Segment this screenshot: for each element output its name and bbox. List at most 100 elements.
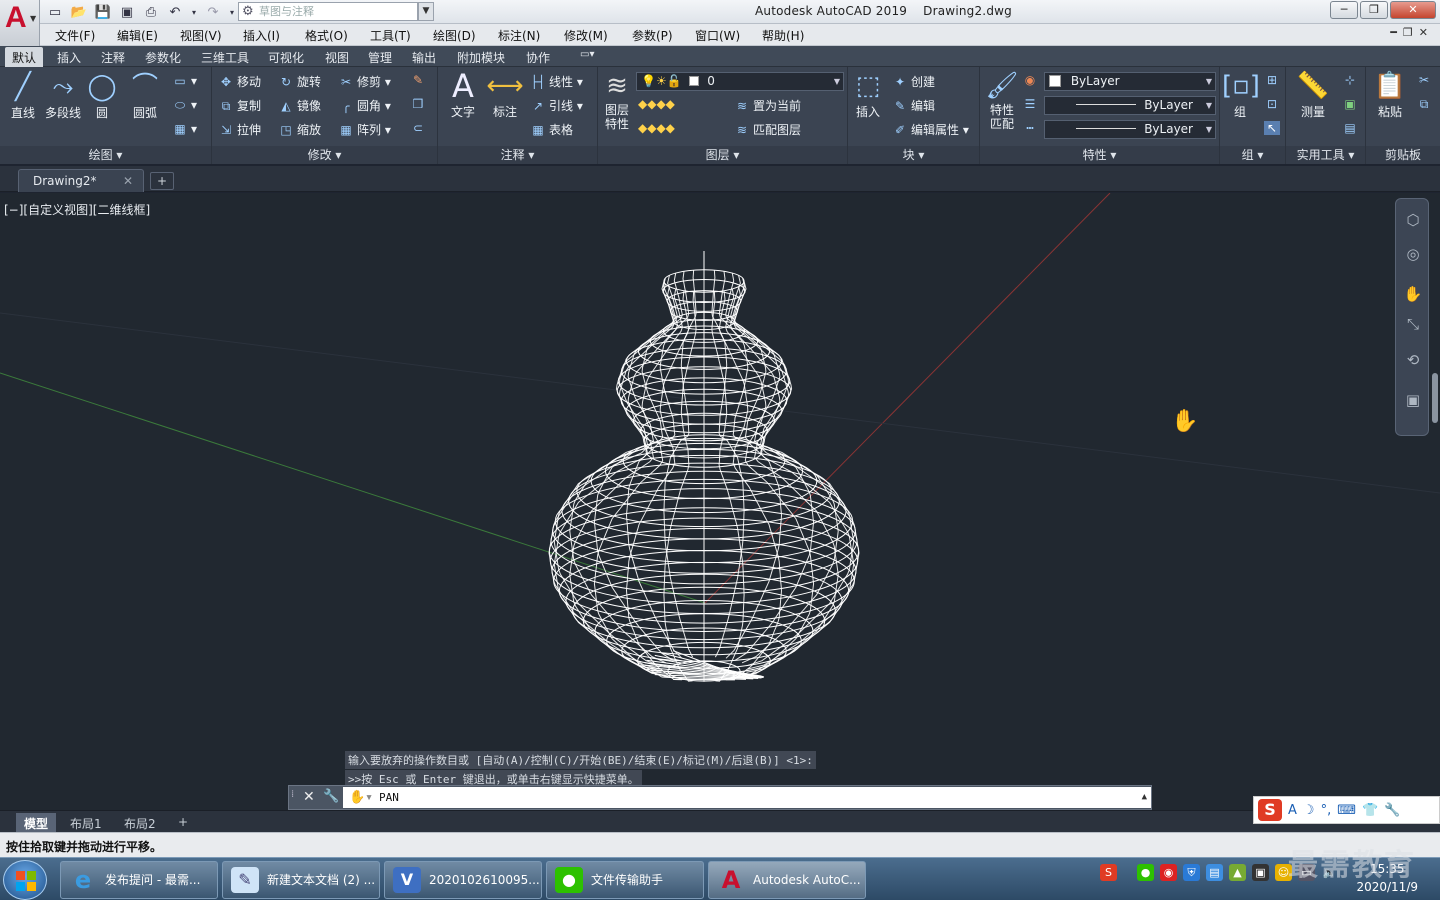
match-layer-button[interactable]: ≋ 匹配图层	[734, 121, 801, 138]
menu-modify[interactable]: 修改(M)	[564, 27, 608, 44]
quick-select-button[interactable]: ⊹	[1342, 73, 1361, 87]
ime-skin-icon[interactable]: 👕	[1362, 803, 1378, 818]
print-icon[interactable]: ⎙	[142, 4, 160, 20]
group-select-button[interactable]: ↖	[1264, 121, 1283, 135]
undo-dropdown-icon[interactable]: ▾	[190, 4, 198, 20]
text-button[interactable]: A 文字	[446, 70, 480, 120]
explode-button[interactable]: ❒	[410, 97, 429, 111]
menu-edit[interactable]: 编辑(E)	[117, 27, 158, 44]
tab-layout1[interactable]: 布局1	[62, 813, 110, 832]
new-file-icon[interactable]: ▭	[46, 4, 64, 20]
close-button[interactable]: ✕	[1390, 1, 1436, 19]
menu-tools[interactable]: 工具(T)	[370, 27, 411, 44]
copy-button[interactable]: ⧉ 复制	[218, 97, 261, 114]
app-tray-icon[interactable]: ▲	[1229, 864, 1246, 881]
layer-properties-button[interactable]: ≋ 图层 特性	[600, 71, 634, 131]
orbit-icon[interactable]: ⟲	[1403, 351, 1423, 371]
restore-button[interactable]: ❐	[1360, 1, 1388, 19]
ungroup-button[interactable]: ⊞	[1264, 73, 1283, 87]
steering-wheel-icon[interactable]: ◎	[1403, 245, 1423, 265]
tab-addins[interactable]: 附加模块	[457, 49, 505, 66]
tab-parametric[interactable]: 参数化	[145, 49, 181, 66]
viewcube-icon[interactable]: ⬡	[1403, 211, 1423, 231]
edit-attributes-button[interactable]: ✐ 编辑属性 ▾	[892, 121, 969, 138]
tab-layout2[interactable]: 布局2	[116, 813, 164, 832]
sogou-ime-icon[interactable]: S	[1258, 799, 1282, 821]
linear-button[interactable]: ├┤ 线性 ▾	[530, 73, 583, 90]
application-menu-button[interactable]: A ▼	[0, 0, 40, 46]
scale-button[interactable]: ◳ 缩放	[278, 121, 321, 138]
move-button[interactable]: ✥ 移动	[218, 73, 261, 90]
minimize-button[interactable]: ─	[1330, 1, 1358, 19]
dimension-button[interactable]: ⟷ 标注	[486, 71, 524, 120]
nvidia-tray-icon[interactable]: ▣	[1252, 864, 1269, 881]
menu-insert[interactable]: 插入(I)	[243, 27, 280, 44]
ime-tools-icon[interactable]: 🔧	[1384, 803, 1400, 818]
circle-button[interactable]: ◯ 圆	[86, 72, 118, 121]
tab-annotate[interactable]: 注释	[101, 49, 125, 66]
rotate-button[interactable]: ↻ 旋转	[278, 73, 321, 90]
group-button[interactable]: [▫] 组	[1222, 71, 1260, 120]
fillet-button[interactable]: ╭ 圆角 ▾	[338, 97, 390, 114]
table-button[interactable]: ▦ 表格	[530, 121, 573, 138]
close-icon[interactable]: ✕	[303, 789, 315, 805]
tab-default[interactable]: 默认	[5, 47, 44, 67]
stretch-button[interactable]: ⇲ 拉伸	[218, 121, 261, 138]
offset-button[interactable]: ⊂	[410, 121, 429, 135]
taskbar-item[interactable]: e 发布提问 - 最需...	[60, 861, 218, 899]
panel-properties-title[interactable]: 特性 ▾	[980, 146, 1219, 164]
boundary-button[interactable]: ▦ ▾	[172, 122, 197, 136]
menu-window[interactable]: 窗口(W)	[695, 27, 740, 44]
copy-clip-button[interactable]: ⧉	[1416, 97, 1435, 112]
panel-layers-title[interactable]: 图层 ▾	[598, 146, 847, 164]
document-window-controls[interactable]: ━❐✕	[1390, 26, 1434, 39]
leader-button[interactable]: ↗ 引线 ▾	[530, 97, 583, 114]
hatch-button[interactable]: ⬭ ▾	[172, 98, 197, 113]
viewport-controls-label[interactable]: [−][自定义视图][二维线框]	[4, 201, 150, 218]
new-tab-button[interactable]: +	[150, 172, 174, 190]
paste-button[interactable]: 📋 粘贴	[1370, 71, 1410, 120]
measure-button[interactable]: 📏 测量	[1290, 71, 1336, 120]
redo-icon[interactable]: ↷	[204, 4, 222, 20]
menu-parametric[interactable]: 参数(P)	[632, 27, 673, 44]
undo-icon[interactable]: ↶	[166, 4, 184, 20]
rectangle-button[interactable]: ▭ ▾	[172, 74, 197, 88]
taskbar-item[interactable]: V 2020102610095...	[384, 861, 542, 899]
color-dropdown[interactable]: ByLayer ▼	[1044, 72, 1216, 91]
weibo-tray-icon[interactable]: ◉	[1160, 864, 1177, 881]
sogou-tray-icon[interactable]: S	[1100, 864, 1117, 881]
calculator-button[interactable]: ▤	[1342, 121, 1361, 135]
menu-dimension[interactable]: 标注(N)	[498, 27, 540, 44]
match-properties-button[interactable]: 🖌 特性 匹配	[984, 71, 1020, 131]
tab-collaborate[interactable]: 协作	[526, 49, 550, 66]
create-block-button[interactable]: ✦ 创建	[892, 73, 935, 90]
zoom-extents-icon[interactable]: ⤡	[1403, 315, 1423, 335]
layer-dropdown[interactable]: 💡☀🔓 0 ▼	[636, 72, 844, 91]
save-icon[interactable]: 💾	[94, 4, 112, 20]
erase-button[interactable]: ✎	[410, 73, 429, 87]
chevron-up-icon[interactable]: ▲	[1142, 787, 1147, 808]
panel-block-title[interactable]: 块 ▾	[848, 146, 979, 164]
polyline-button[interactable]: ⤳ 多段线	[42, 72, 84, 121]
menu-view[interactable]: 视图(V)	[180, 27, 222, 44]
wireframe-canvas[interactable]	[0, 193, 1440, 810]
wechat-tray-icon[interactable]: ●	[1137, 864, 1154, 881]
showmotion-icon[interactable]: ▣	[1403, 391, 1423, 411]
tab-3d-tools[interactable]: 三维工具	[201, 49, 249, 66]
drag-handle-icon[interactable]: ⁞	[291, 789, 294, 800]
document-tab-drawing2[interactable]: Drawing2* ✕	[18, 169, 144, 192]
menu-format[interactable]: 格式(O)	[305, 27, 348, 44]
panel-annotation-title[interactable]: 注释 ▾	[438, 146, 597, 164]
menu-help[interactable]: 帮助(H)	[762, 27, 804, 44]
arc-button[interactable]: ⌒ 圆弧	[126, 72, 164, 121]
array-button[interactable]: ▦ 阵列 ▾	[338, 121, 391, 138]
navbar-scroll-indicator[interactable]	[1432, 373, 1438, 423]
menu-file[interactable]: 文件(F)	[55, 27, 95, 44]
close-icon[interactable]: ✕	[123, 174, 133, 188]
customize-wrench-icon[interactable]: 🔧	[323, 789, 339, 804]
tab-insert[interactable]: 插入	[57, 49, 81, 66]
workspace-dropdown-button[interactable]: ▼	[418, 2, 434, 21]
tab-visualize[interactable]: 可视化	[268, 49, 304, 66]
network-drive-tray-icon[interactable]: ▤	[1206, 864, 1223, 881]
linetype-dropdown[interactable]: ByLayer ▼	[1044, 120, 1216, 139]
